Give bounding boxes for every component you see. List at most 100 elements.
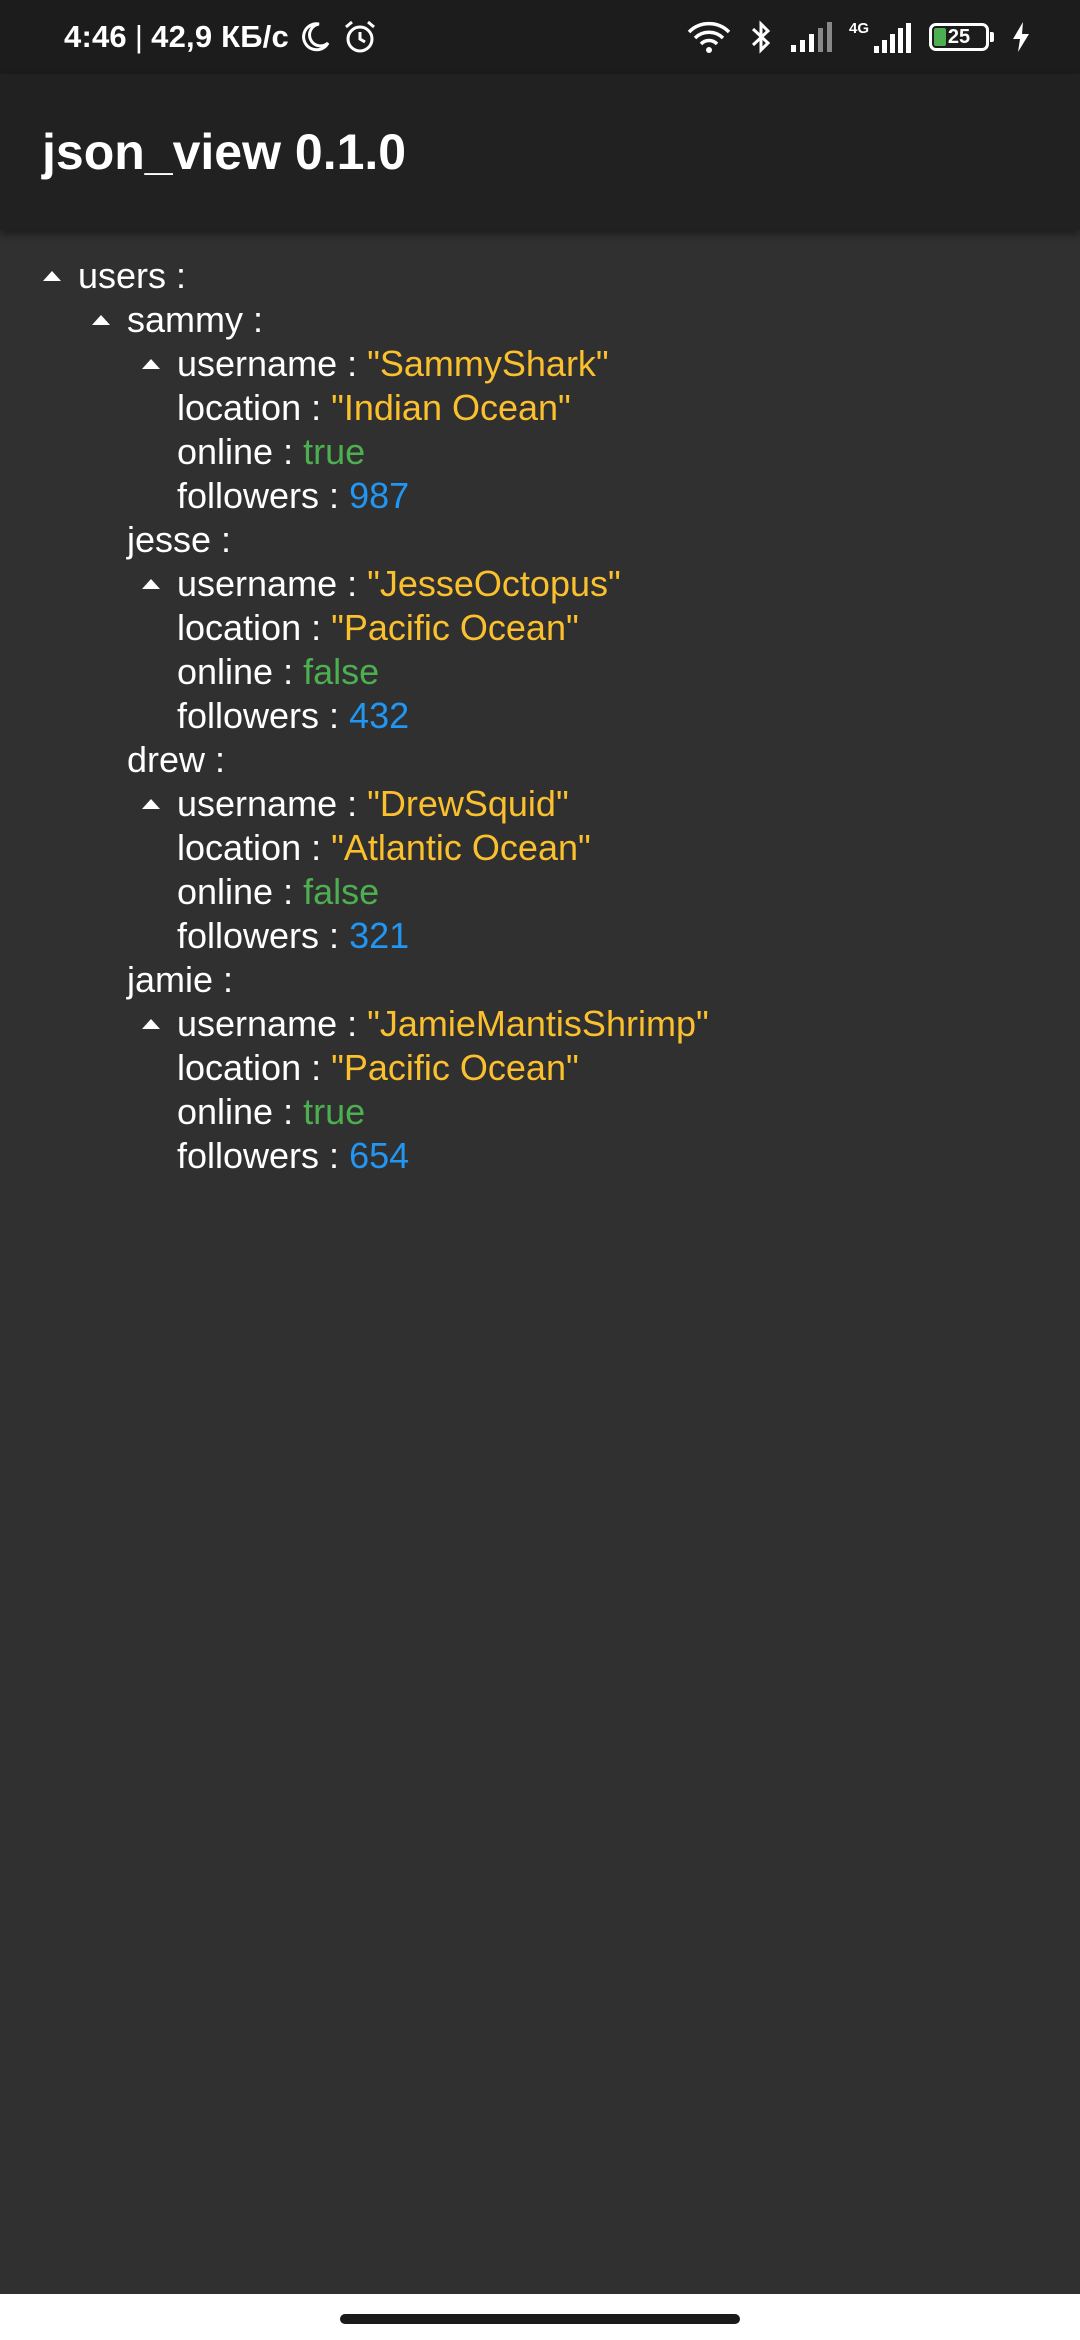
leaf-text: username : "JesseOctopus" xyxy=(177,562,621,606)
leaf-text: online : false xyxy=(177,650,379,694)
tree-node-jamie: jamie : xyxy=(0,958,1080,1002)
collapse-toggle-sammy-fields[interactable] xyxy=(136,342,166,386)
collapse-toggle-drew-fields[interactable] xyxy=(136,782,166,826)
leaf-key: username : xyxy=(177,783,368,824)
bluetooth-icon xyxy=(751,20,771,54)
leaf-value-string: "SammyShark" xyxy=(367,343,609,384)
alarm-icon xyxy=(344,20,375,53)
leaf-value-number: 432 xyxy=(349,695,410,736)
battery-body: 25 xyxy=(929,23,989,51)
collapse-toggle-sammy[interactable] xyxy=(86,298,116,342)
leaf-text: username : "JamieMantisShrimp" xyxy=(177,1002,709,1046)
node-key[interactable]: jesse : xyxy=(127,518,231,562)
signal-4g-icon: 4G xyxy=(849,21,913,54)
battery-fill xyxy=(934,28,946,46)
tree-leaf-location: location : "Pacific Ocean" xyxy=(0,606,1080,650)
leaf-value-boolean: false xyxy=(303,871,380,912)
leaf-value-boolean: true xyxy=(303,1091,366,1132)
tree-node-jesse: jesse : xyxy=(0,518,1080,562)
leaf-value-string: "Pacific Ocean" xyxy=(331,1047,579,1088)
leaf-key: followers : xyxy=(177,695,350,736)
leaf-key: location : xyxy=(177,1047,332,1088)
leaf-text: followers : 987 xyxy=(177,474,409,518)
tree-leaf-location: location : "Indian Ocean" xyxy=(0,386,1080,430)
leaf-key: followers : xyxy=(177,1135,350,1176)
leaf-value-number: 654 xyxy=(349,1135,410,1176)
status-bar: 4:46 | 42,9 КБ/с 4G 25 xyxy=(0,0,1080,74)
status-separator: | xyxy=(134,19,144,54)
tree-leaf-followers: followers : 432 xyxy=(0,694,1080,738)
leaf-key: location : xyxy=(177,387,332,428)
leaf-key: online : xyxy=(177,651,304,692)
leaf-text: followers : 654 xyxy=(177,1134,409,1178)
leaf-key: online : xyxy=(177,871,304,912)
leaf-text: username : "DrewSquid" xyxy=(177,782,569,826)
json-tree: users : sammy : username : "SammyShark" … xyxy=(0,230,1080,1178)
tree-leaf-location: location : "Pacific Ocean" xyxy=(0,1046,1080,1090)
leaf-value-string: "JamieMantisShrimp" xyxy=(367,1003,709,1044)
leaf-value-string: "Indian Ocean" xyxy=(331,387,571,428)
node-key[interactable]: drew : xyxy=(127,738,225,782)
network-type-label: 4G xyxy=(848,19,869,37)
triangle-up-icon xyxy=(142,1019,160,1029)
leaf-value-string: "DrewSquid" xyxy=(367,783,569,824)
leaf-text: username : "SammyShark" xyxy=(177,342,609,386)
triangle-up-icon xyxy=(142,579,160,589)
status-time: 4:46 xyxy=(64,19,127,54)
leaf-key: username : xyxy=(177,343,368,384)
leaf-value-string: "Pacific Ocean" xyxy=(331,607,579,648)
tree-leaf-username: username : "SammyShark" xyxy=(0,342,1080,386)
tree-leaf-username: username : "DrewSquid" xyxy=(0,782,1080,826)
triangle-up-icon xyxy=(43,271,61,281)
tree-node-drew: drew : xyxy=(0,738,1080,782)
tree-leaf-followers: followers : 654 xyxy=(0,1134,1080,1178)
leaf-text: location : "Indian Ocean" xyxy=(177,386,571,430)
leaf-key: followers : xyxy=(177,915,350,956)
node-key: users : xyxy=(78,255,187,296)
leaf-text: online : false xyxy=(177,870,379,914)
leaf-value-boolean: true xyxy=(303,431,366,472)
app-bar: json_view 0.1.0 xyxy=(0,74,1080,230)
tree-leaf-username: username : "JamieMantisShrimp" xyxy=(0,1002,1080,1046)
signal-bars-icon xyxy=(874,22,911,53)
triangle-up-icon xyxy=(92,315,110,325)
leaf-value-number: 987 xyxy=(349,475,410,516)
home-gesture-handle[interactable] xyxy=(340,2314,740,2324)
status-right: 4G 25 xyxy=(685,0,1032,74)
leaf-value-string: "JesseOctopus" xyxy=(367,563,621,604)
tree-leaf-followers: followers : 987 xyxy=(0,474,1080,518)
leaf-text: online : true xyxy=(177,430,365,474)
tree-leaf-online: online : false xyxy=(0,870,1080,914)
leaf-key: username : xyxy=(177,563,368,604)
charging-icon xyxy=(1013,22,1029,52)
node-key[interactable]: jamie : xyxy=(127,958,233,1002)
signal-icon xyxy=(790,22,832,52)
leaf-key: online : xyxy=(177,431,304,472)
leaf-text: followers : 321 xyxy=(177,914,409,958)
triangle-up-icon xyxy=(142,799,160,809)
leaf-value-string: "Atlantic Ocean" xyxy=(331,827,591,868)
leaf-text: location : "Pacific Ocean" xyxy=(177,1046,579,1090)
tree-leaf-username: username : "JesseOctopus" xyxy=(0,562,1080,606)
tree-node-users: users : xyxy=(0,254,1080,298)
collapse-toggle-users[interactable] xyxy=(37,254,67,298)
leaf-key: location : xyxy=(177,607,332,648)
network-speed: 42,9 КБ/с xyxy=(151,19,289,54)
battery-icon: 25 xyxy=(929,23,994,51)
leaf-text: location : "Pacific Ocean" xyxy=(177,606,579,650)
moon-icon xyxy=(302,22,330,52)
battery-level: 25 xyxy=(947,25,971,48)
leaf-key: location : xyxy=(177,827,332,868)
tree-leaf-location: location : "Atlantic Ocean" xyxy=(0,826,1080,870)
leaf-key: username : xyxy=(177,1003,368,1044)
collapse-toggle-jesse-fields[interactable] xyxy=(136,562,166,606)
collapse-toggle-jamie-fields[interactable] xyxy=(136,1002,166,1046)
leaf-key: followers : xyxy=(177,475,350,516)
tree-leaf-online: online : true xyxy=(0,430,1080,474)
battery-cap xyxy=(990,32,994,42)
leaf-value-number: 321 xyxy=(349,915,410,956)
tree-node-sammy: sammy : xyxy=(0,298,1080,342)
tree-leaf-online: online : false xyxy=(0,650,1080,694)
leaf-text: location : "Atlantic Ocean" xyxy=(177,826,591,870)
status-left: 4:46 | 42,9 КБ/с xyxy=(64,0,379,74)
